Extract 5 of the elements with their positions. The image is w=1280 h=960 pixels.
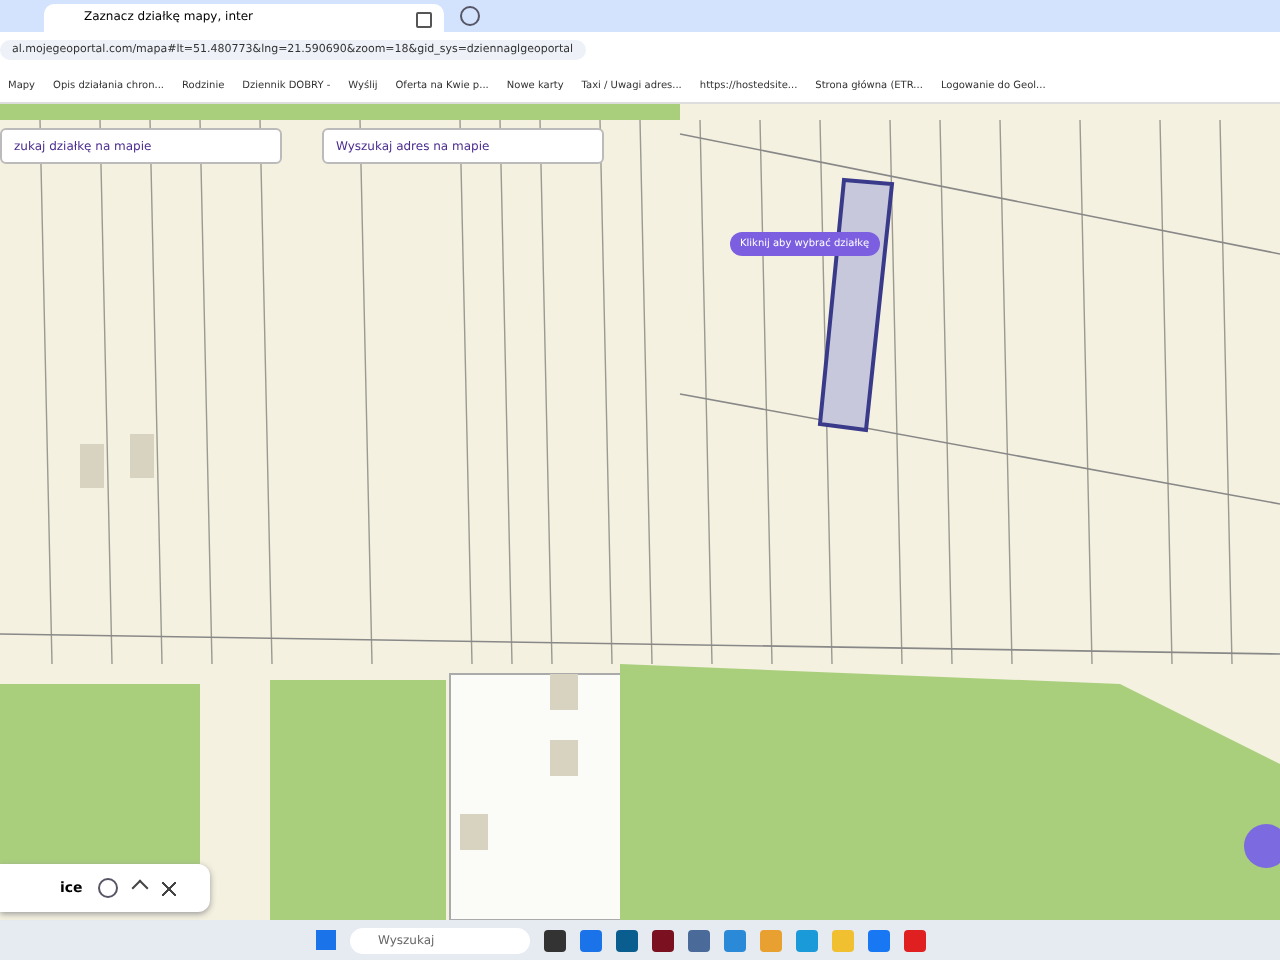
app-icon[interactable]	[616, 929, 638, 952]
app-icon[interactable]	[544, 929, 566, 952]
app-icon[interactable]	[688, 929, 710, 952]
windows-icon[interactable]	[316, 930, 336, 951]
app-icon[interactable]	[652, 929, 674, 952]
